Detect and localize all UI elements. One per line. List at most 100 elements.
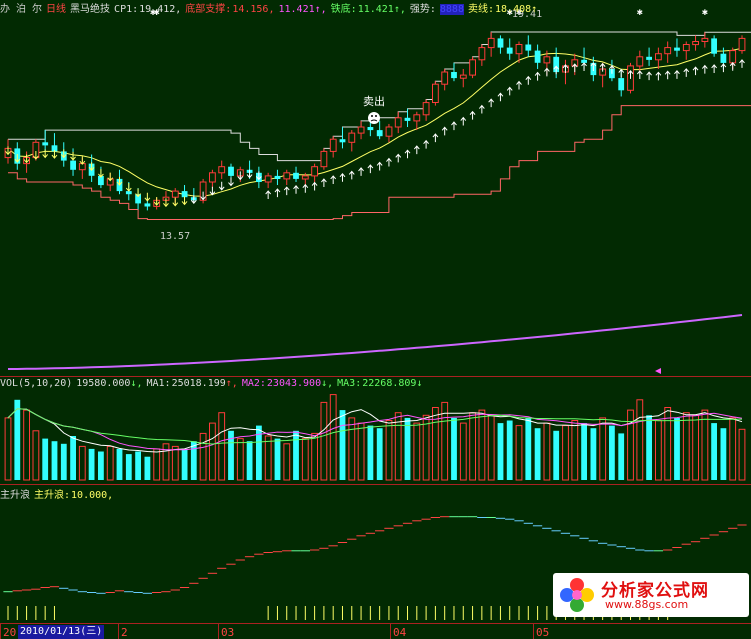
candle-body: [413, 114, 421, 122]
volume-bar: [106, 445, 114, 481]
volume-bar: [274, 438, 281, 480]
volume-bar: [60, 443, 67, 480]
volume-bar: [701, 409, 709, 481]
volume-bar: [394, 412, 402, 481]
volume-bar: [98, 451, 104, 480]
month-label: 03: [221, 626, 234, 639]
signal-star-icon: ✱: [702, 7, 708, 18]
volume-bar: [590, 428, 597, 480]
volume-bar: [497, 423, 504, 480]
month-label: 04: [393, 626, 407, 639]
candle-body: [478, 47, 486, 61]
volume-bar: [218, 412, 226, 481]
volume-bar: [311, 432, 319, 481]
sell-face-icon: [368, 112, 380, 124]
candle-body: [506, 47, 513, 54]
candle-body: [682, 44, 690, 52]
volume-bar: [599, 417, 607, 481]
volume-bar: [609, 425, 615, 480]
candle-body: [329, 138, 337, 152]
watermark-88gs: 分析家公式网 www.88gs.com: [553, 573, 749, 617]
volume-bar: [738, 428, 746, 481]
candle-body: [301, 175, 309, 180]
candle-body: [348, 132, 356, 143]
volume-bar: [413, 422, 421, 481]
volume-bar: [581, 423, 587, 480]
cursor-date-label: 2010/01/13(三): [18, 625, 105, 639]
candle-body: [181, 191, 188, 198]
candle-body: [70, 160, 76, 170]
candle-body: [525, 44, 532, 51]
month-label: 20: [3, 626, 16, 639]
volume-bar: [636, 399, 644, 481]
volume-bar: [339, 410, 346, 480]
volume-bar: [209, 422, 216, 481]
volume-bar: [135, 451, 141, 480]
volume-bar: [729, 417, 737, 481]
volume-bar: [70, 436, 76, 480]
candle-body: [264, 175, 272, 183]
candle-body: [357, 126, 365, 134]
volume-bar: [720, 428, 727, 480]
chart-canvas: ✱ ✱ ✱ ✱ ✱✱ 20 2 03 04 05 卖出 19.41 13.57: [0, 0, 751, 639]
volume-bar: [534, 428, 541, 480]
candle-body: [543, 56, 551, 64]
volume-bar: [506, 420, 513, 480]
candle-body: [385, 126, 393, 137]
candle-body: [42, 142, 49, 146]
volume-bar: [376, 428, 383, 480]
candle-body: [209, 172, 216, 183]
volume-bar: [246, 441, 253, 480]
candle-body: [618, 78, 625, 91]
candle-body: [367, 127, 374, 131]
volume-bar: [674, 417, 680, 480]
stock-chart-window: { "header": { "left_trunc": "办 泊 尔", "pe…: [0, 0, 751, 639]
candle-body: [711, 38, 717, 54]
candle-body: [293, 172, 299, 179]
volume-bar: [78, 445, 86, 481]
candle-body: [274, 175, 281, 179]
price-header: 办 泊 尔日线 黑马绝技 CP1:19.412, 底部支撑:14.156, 11.421…: [0, 4, 538, 15]
volume-bar: [571, 420, 579, 481]
volume-bar: [404, 417, 411, 480]
volume-bar: [385, 420, 393, 481]
month-label: 2: [121, 626, 128, 639]
volume-bar: [4, 417, 12, 481]
volume-bar: [367, 425, 374, 480]
candle-body: [339, 139, 346, 143]
volume-bar: [144, 456, 151, 480]
volume-bar: [469, 412, 477, 481]
candle-body: [692, 41, 700, 46]
candle-body: [171, 190, 179, 198]
candle-body: [432, 83, 439, 103]
volume-bar: [320, 401, 328, 481]
volume-bar: [283, 443, 291, 481]
volume-bar: [153, 448, 161, 481]
candle-body: [441, 71, 449, 85]
candle-body: [218, 166, 226, 174]
candle-body: [738, 37, 746, 52]
volume-bar: [553, 430, 560, 480]
volume-bar: [646, 415, 652, 480]
candle-body: [422, 102, 430, 116]
volume-bar: [14, 399, 21, 480]
volume-bar: [487, 414, 495, 481]
volume-bar: [171, 445, 179, 481]
volume-bar: [23, 409, 31, 481]
volume-bar: [329, 394, 337, 481]
candle-body: [394, 117, 402, 128]
volume-bar: [51, 441, 58, 480]
volume-bar: [422, 414, 430, 481]
volume-bar: [525, 417, 532, 480]
candle-body: [701, 37, 709, 43]
candle-body: [720, 53, 727, 63]
candle-body: [144, 203, 151, 207]
candle-body: [515, 44, 523, 55]
volume-bar: [618, 433, 625, 480]
candle-body: [376, 130, 383, 137]
volume-bar: [543, 422, 551, 481]
volume-bar: [42, 438, 49, 480]
volume-bar: [199, 432, 207, 481]
candle-body: [729, 50, 737, 64]
volume-bar: [190, 441, 197, 480]
